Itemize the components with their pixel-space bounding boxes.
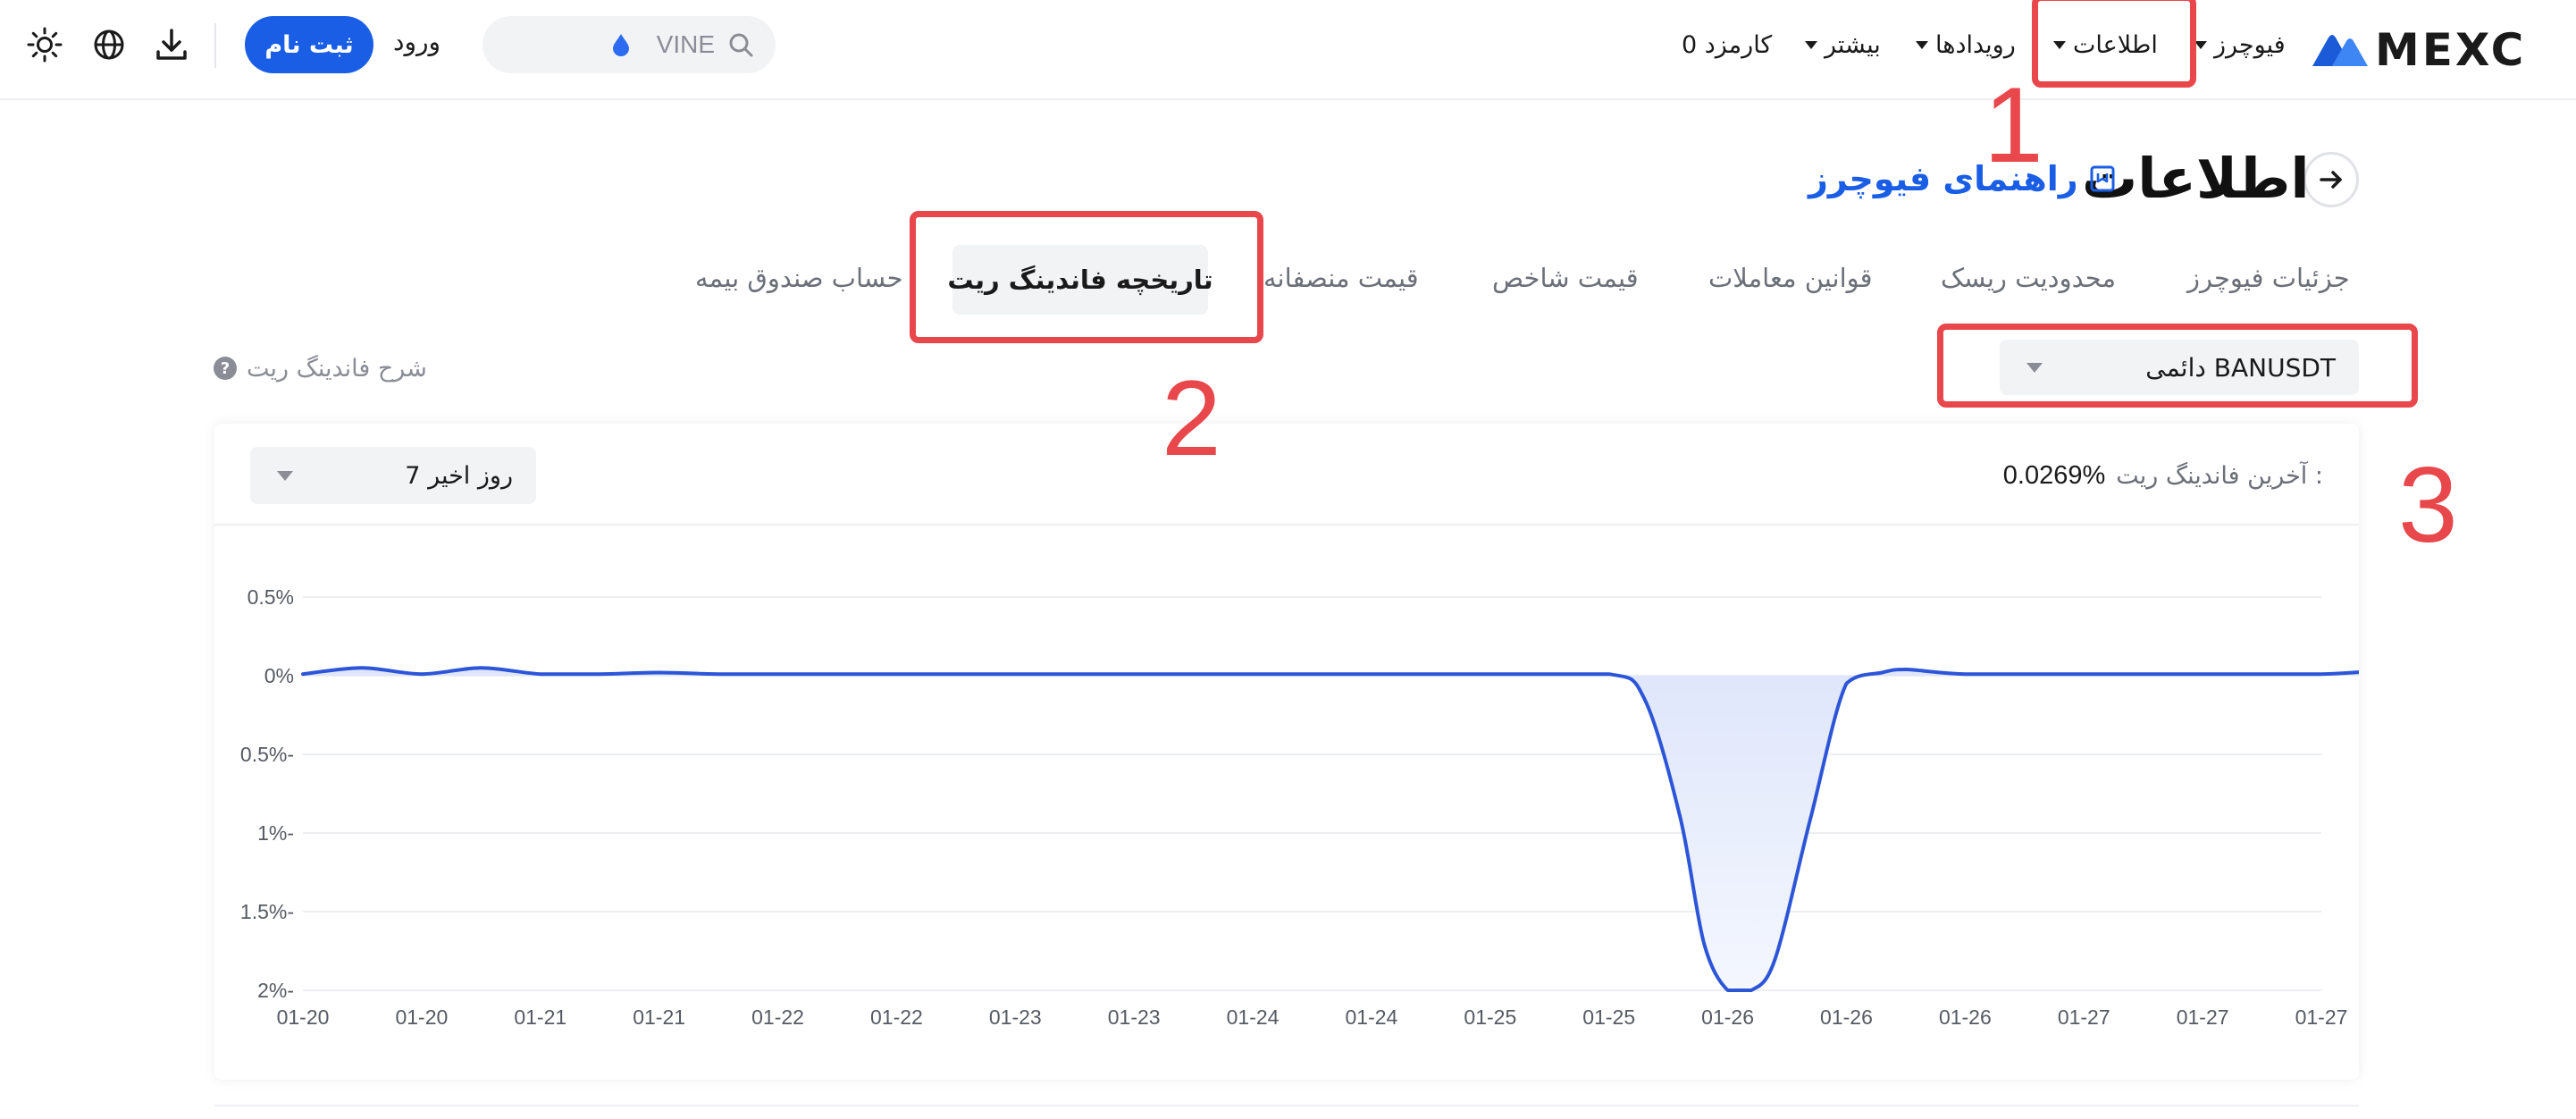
chevron-down-icon <box>1805 40 1817 49</box>
y-tick-label: 0% <box>264 664 294 687</box>
back-button[interactable] <box>2303 152 2359 207</box>
mexc-logo-icon <box>2312 35 2368 66</box>
x-tick-label: 01-21 <box>514 1005 566 1029</box>
nav-item-events[interactable]: رویدادها <box>1916 27 2016 63</box>
funding-rate-explainer-link[interactable]: ? شرح فاندینگ ریت <box>213 349 427 388</box>
nav-item-label: رویدادها <box>1935 30 2016 59</box>
x-tick-label: 01-27 <box>2058 1005 2110 1029</box>
x-tick-label: 01-21 <box>633 1005 685 1029</box>
annotation-number: 2 <box>1162 358 1221 478</box>
annotation-box-funding-tab <box>910 211 1263 343</box>
x-tick-label: 01-27 <box>2177 1005 2229 1029</box>
x-tick-label: 01-25 <box>1582 1005 1635 1029</box>
series-line <box>301 666 2359 992</box>
x-tick-label: 01-23 <box>989 1005 1042 1029</box>
nav-item-label: فیوچرز <box>2214 30 2286 59</box>
question-icon: ? <box>214 357 237 380</box>
nav-item-zero-fee[interactable]: 0 کارمزد <box>1682 27 1772 63</box>
globe-icon[interactable] <box>89 25 129 64</box>
x-tick-label: 01-23 <box>1108 1005 1161 1029</box>
x-tick-label: 01-22 <box>870 1005 923 1029</box>
chevron-down-icon <box>1916 40 1928 49</box>
brand-logo[interactable]: MEXC <box>2311 23 2526 77</box>
x-tick-label: 01-26 <box>1939 1005 1992 1029</box>
y-tick-label: 2%- <box>257 979 294 1002</box>
arrow-right-icon <box>2320 171 2342 189</box>
nav-item-futures[interactable]: فیوچرز <box>2194 27 2286 63</box>
x-tick-label: 01-24 <box>1346 1005 1398 1029</box>
x-tick-label: 01-25 <box>1464 1005 1516 1029</box>
tab-fair-price[interactable]: قیمت منصفانه <box>1263 256 1419 300</box>
x-tick-label: 01-20 <box>395 1005 448 1029</box>
next-section-edge <box>214 1105 2359 1119</box>
nav-item-more[interactable]: بیشتر <box>1805 27 1881 63</box>
sun-icon[interactable] <box>25 25 64 64</box>
search-icon[interactable] <box>727 31 754 58</box>
search-bar[interactable] <box>482 16 776 73</box>
nav-divider <box>214 23 216 68</box>
droplet-icon <box>613 34 629 56</box>
x-tick-label: 01-24 <box>1227 1005 1280 1029</box>
explainer-label: شرح فاندینگ ریت <box>247 354 427 383</box>
tab-insurance-fund[interactable]: حساب صندوق بیمه <box>695 256 903 300</box>
download-icon[interactable] <box>152 25 191 64</box>
annotation-box-contract-select <box>1937 324 2418 408</box>
series-area <box>303 668 2359 990</box>
futures-guide-link[interactable]: راهنمای فیوچرز <box>1808 154 2118 204</box>
y-tick-label: 1%- <box>257 821 294 845</box>
annotation-number: 1 <box>1984 65 2043 185</box>
funding-rate-card: 7 روز اخیر 0.0269% آخرین فاندینگ ریت : 0… <box>214 424 2359 1080</box>
x-tick-label: 01-26 <box>1820 1005 1873 1029</box>
tab-risk-limit[interactable]: محدودیت ریسک <box>1941 256 2116 300</box>
brand-name: MEXC <box>2375 24 2527 76</box>
book-icon <box>2090 165 2115 192</box>
nav-item-label: 0 کارمزد <box>1682 30 1773 59</box>
x-tick-label: 01-27 <box>2295 1005 2348 1029</box>
chevron-down-icon <box>2194 40 2207 49</box>
login-link[interactable]: ورود <box>393 27 441 56</box>
nav-item-label: بیشتر <box>1825 30 1881 59</box>
tab-futures-details[interactable]: جزئیات فیوچرز <box>2187 256 2350 300</box>
register-button[interactable]: ثبت نام <box>245 16 373 73</box>
svg-text:?: ? <box>221 359 230 378</box>
x-tick-label: 01-22 <box>751 1005 804 1029</box>
tab-trading-rules[interactable]: قوانین معاملات <box>1708 256 1873 300</box>
x-tick-label: 01-26 <box>1701 1005 1754 1029</box>
x-tick-label: 01-20 <box>277 1005 330 1029</box>
search-input[interactable] <box>643 30 715 59</box>
funding-rate-chart[interactable]: 0.5% 0% 0.5%- 1%- 1.5%- 2%- 01-20 01-20 01-21 01-… <box>214 424 2359 1080</box>
annotation-box-info-menu <box>2032 0 2196 88</box>
y-tick-label: 0.5% <box>248 585 294 609</box>
y-tick-label: 0.5%- <box>240 743 294 766</box>
y-tick-label: 1.5%- <box>240 900 294 923</box>
tab-index-price[interactable]: قیمت شاخص <box>1492 256 1639 300</box>
annotation-number: 3 <box>2398 445 2458 565</box>
